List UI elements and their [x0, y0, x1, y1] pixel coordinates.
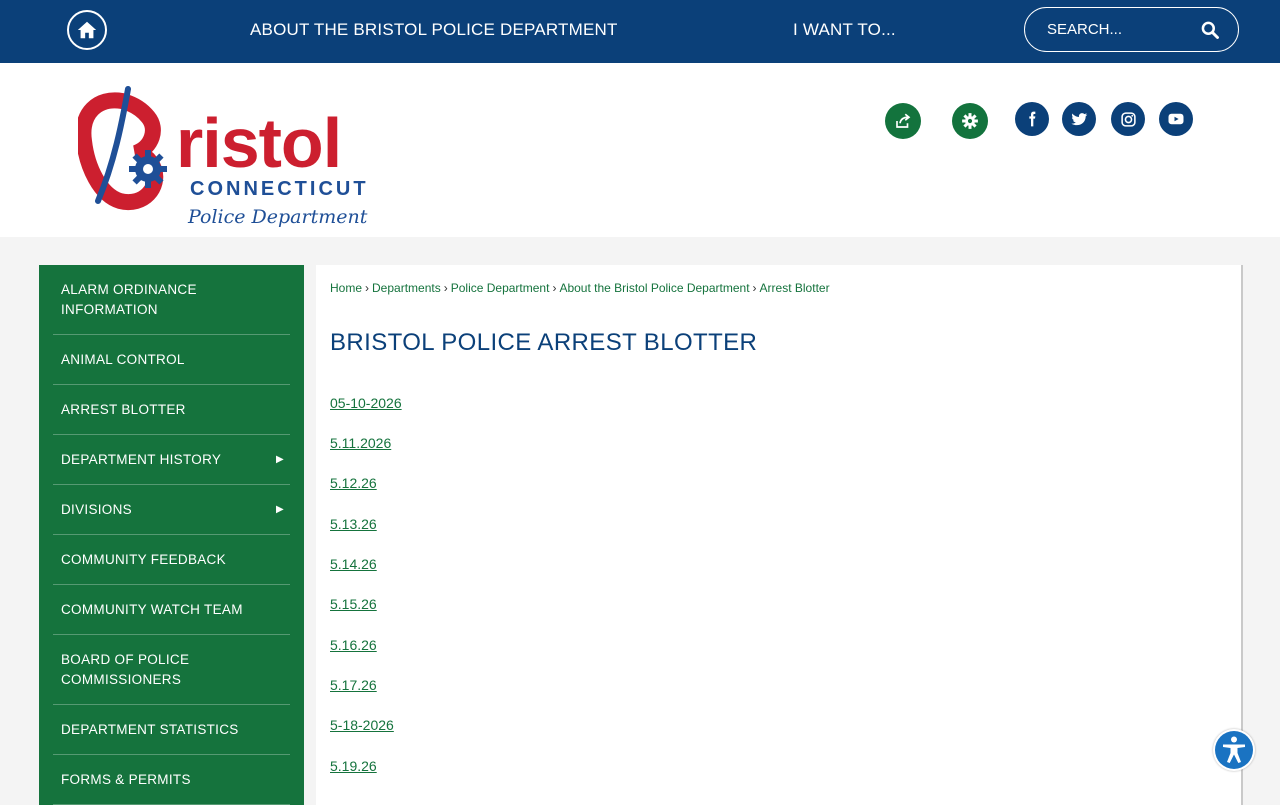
breadcrumb-separator: › [752, 281, 757, 295]
sidebar-item-department-history[interactable]: DEPARTMENT HISTORY ▶ [53, 435, 290, 485]
sidebar-item-label: ALARM ORDINANCE INFORMATION [61, 281, 197, 317]
sidebar-item-community-watch-team[interactable]: COMMUNITY WATCH TEAM [53, 585, 290, 635]
facebook-icon [1029, 111, 1036, 127]
breadcrumb-separator: › [443, 281, 448, 295]
sidebar-item-label: DIVISIONS [61, 501, 132, 517]
share-icon [896, 113, 911, 128]
home-icon [77, 21, 97, 39]
sidebar-menu: ALARM ORDINANCE INFORMATION ANIMAL CONTR… [39, 265, 304, 805]
blotter-link[interactable]: 5-18-2026 [330, 717, 394, 733]
svg-text:Police Department: Police Department [187, 206, 368, 228]
main-content: Home › Departments › Police Department › About… [316, 265, 1243, 805]
youtube-icon [1168, 113, 1184, 125]
submenu-arrow-icon[interactable]: ▶ [276, 500, 284, 520]
svg-text:CONNECTICUT: CONNECTICUT [190, 178, 369, 200]
breadcrumb-departments[interactable]: Departments [372, 281, 441, 295]
sidebar-item-community-feedback[interactable]: COMMUNITY FEEDBACK [53, 535, 290, 585]
site-header: ristol CONNECTICUT Police Department [0, 63, 1280, 237]
sidebar-item-alarm-ordinance[interactable]: ALARM ORDINANCE INFORMATION [53, 265, 290, 335]
sidebar-item-label: ARREST BLOTTER [61, 401, 186, 417]
blotter-link[interactable]: 5.15.26 [330, 596, 377, 612]
blotter-link[interactable]: 5.16.26 [330, 637, 377, 653]
breadcrumb-home[interactable]: Home [330, 281, 362, 295]
breadcrumb-about[interactable]: About the Bristol Police Department [559, 281, 749, 295]
search-icon[interactable] [1200, 20, 1220, 40]
settings-button[interactable] [952, 103, 988, 139]
facebook-button[interactable] [1015, 102, 1049, 136]
sidebar-item-animal-control[interactable]: ANIMAL CONTROL [53, 335, 290, 385]
sidebar-navigation: ALARM ORDINANCE INFORMATION ANIMAL CONTR… [39, 265, 304, 805]
blotter-link[interactable]: 5.14.26 [330, 556, 377, 572]
i-want-to-menu[interactable]: I WANT TO... [793, 20, 896, 40]
breadcrumb: Home › Departments › Police Department › About… [330, 281, 830, 295]
breadcrumb-police-department[interactable]: Police Department [451, 281, 550, 295]
home-button[interactable] [67, 10, 107, 50]
sidebar-item-label: COMMUNITY WATCH TEAM [61, 601, 243, 617]
sidebar-item-forms-permits[interactable]: FORMS & PERMITS [53, 755, 290, 805]
gear-icon [962, 113, 978, 129]
share-button[interactable] [885, 103, 921, 139]
blotter-link[interactable]: 5.19.26 [330, 758, 377, 774]
blotter-link[interactable]: 5.17.26 [330, 677, 377, 693]
blotter-link[interactable]: 5.12.26 [330, 475, 377, 491]
sidebar-item-label: DEPARTMENT HISTORY [61, 451, 222, 467]
sidebar-item-label: DEPARTMENT STATISTICS [61, 721, 239, 737]
submenu-arrow-icon[interactable]: ▶ [276, 450, 284, 470]
blotter-link[interactable]: 05-10-2026 [330, 395, 402, 411]
sidebar-item-label: ANIMAL CONTROL [61, 351, 185, 367]
breadcrumb-arrest-blotter[interactable]: Arrest Blotter [760, 281, 830, 295]
sidebar-item-divisions[interactable]: DIVISIONS ▶ [53, 485, 290, 535]
search-input[interactable] [1045, 20, 1189, 39]
twitter-button[interactable] [1062, 102, 1096, 136]
accessibility-button[interactable] [1213, 729, 1255, 771]
sidebar-item-label: FORMS & PERMITS [61, 771, 191, 787]
page-title: BRISTOL POLICE ARREST BLOTTER [330, 329, 758, 356]
sidebar-item-arrest-blotter[interactable]: ARREST BLOTTER [53, 385, 290, 435]
instagram-icon [1120, 111, 1136, 127]
breadcrumb-separator: › [365, 281, 370, 295]
sidebar-item-department-statistics[interactable]: DEPARTMENT STATISTICS [53, 705, 290, 755]
breadcrumb-separator: › [552, 281, 557, 295]
search-box [1024, 7, 1239, 52]
sidebar-item-label: COMMUNITY FEEDBACK [61, 551, 226, 567]
about-department-link[interactable]: ABOUT THE BRISTOL POLICE DEPARTMENT [250, 20, 618, 40]
youtube-button[interactable] [1159, 102, 1193, 136]
blotter-link[interactable]: 5.13.26 [330, 516, 377, 532]
accessibility-icon [1215, 731, 1253, 769]
instagram-button[interactable] [1111, 102, 1145, 136]
top-navigation-bar: ABOUT THE BRISTOL POLICE DEPARTMENT I WA… [0, 0, 1280, 63]
twitter-icon [1070, 112, 1087, 125]
bristol-police-logo[interactable]: ristol CONNECTICUT Police Department [78, 83, 388, 233]
blotter-link[interactable]: 5.11.2026 [330, 435, 391, 451]
sidebar-item-label: BOARD OF POLICE COMMISSIONERS [61, 651, 190, 687]
sidebar-item-board-of-police-commissioners[interactable]: BOARD OF POLICE COMMISSIONERS [53, 635, 290, 705]
svg-text:ristol: ristol [176, 104, 341, 182]
